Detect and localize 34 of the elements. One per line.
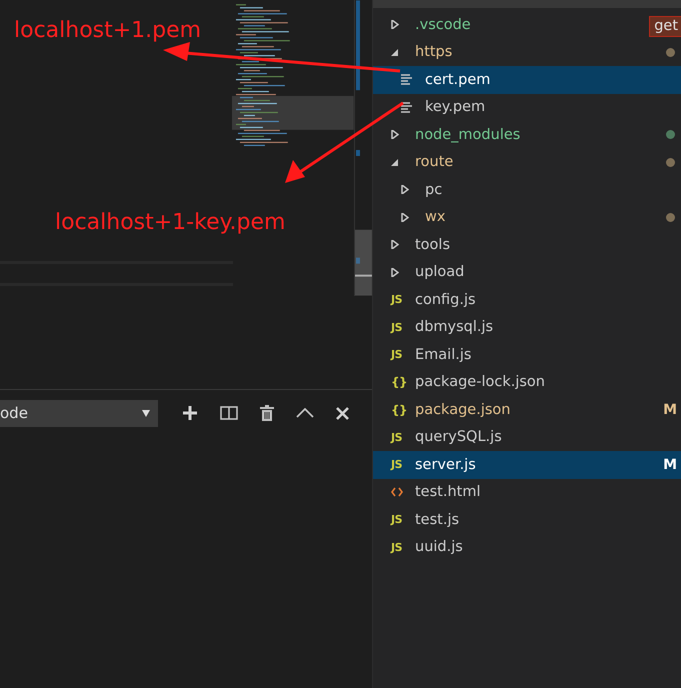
annotation-label: localhost+1.pem <box>14 18 202 43</box>
file-name: route <box>415 154 454 170</box>
file-name: https <box>415 44 452 60</box>
file-name: test.html <box>415 484 480 500</box>
file-name: upload <box>415 264 464 280</box>
file-name: server.js <box>415 456 476 473</box>
file-name: tools <box>415 236 450 253</box>
file-name: .vscode <box>415 16 471 33</box>
file-type-icon: JS <box>391 513 402 526</box>
file-name: dbmysql.js <box>415 319 494 336</box>
file-type-icon: JS <box>391 293 402 306</box>
file-type-icon: JS <box>391 430 402 444</box>
file-type-icon: JS <box>391 348 402 362</box>
annotation-label: localhost+1-key.pem <box>55 210 286 235</box>
file-name: config.js <box>415 292 476 308</box>
file-name: test.js <box>415 512 460 528</box>
file-name: package.json <box>415 402 510 418</box>
file-name: cert.pem <box>425 72 490 88</box>
file-name: node_modules <box>415 126 520 143</box>
file-name: querySQL.js <box>415 429 502 446</box>
file-type-icon: {} <box>391 375 408 390</box>
file-name: wx <box>425 209 446 226</box>
file-type-icon: JS <box>391 540 402 554</box>
file-name: package-lock.json <box>415 374 545 390</box>
file-type-icon: {} <box>391 402 408 417</box>
file-type-icon: JS <box>391 458 402 472</box>
file-name: key.pem <box>425 99 486 116</box>
git-status-letter: M <box>663 402 677 418</box>
tooltip: get <box>649 16 681 37</box>
git-status-letter: M <box>663 456 677 473</box>
file-name: Email.js <box>415 346 472 363</box>
file-name: pc <box>425 182 442 198</box>
file-name: uuid.js <box>415 539 463 556</box>
file-type-icon: JS <box>391 320 402 334</box>
